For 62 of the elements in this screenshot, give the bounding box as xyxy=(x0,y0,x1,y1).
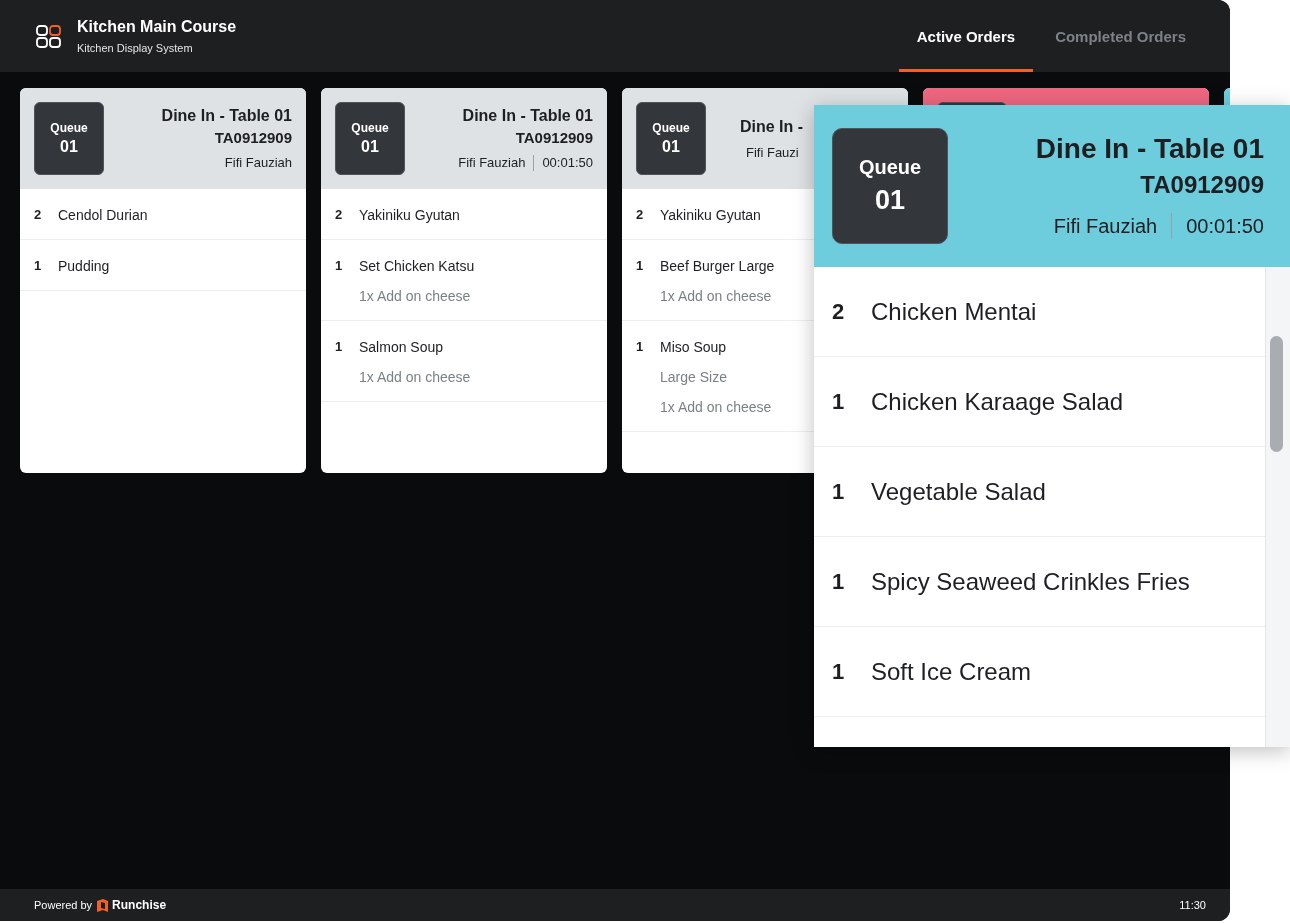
station-title: Kitchen Main Course xyxy=(77,18,238,36)
tab[interactable]: Active Orders xyxy=(898,0,1034,72)
queue-number: 01 xyxy=(60,138,78,156)
order-title: Dine In - Table 01 xyxy=(1035,133,1264,165)
item-name: Vegetable Salad xyxy=(871,477,1046,506)
clock: 11:30 xyxy=(1179,899,1206,911)
item-name: Salmon Soup xyxy=(359,339,444,355)
order-title: Dine In - Table 01 xyxy=(462,106,593,125)
queue-number: 01 xyxy=(361,138,379,156)
item-name: Set Chicken Katsu xyxy=(359,258,475,274)
item-name: Soft Ice Cream xyxy=(871,657,1032,686)
item-name: Beef Burger Large xyxy=(660,258,775,274)
item-name: Miso Soup xyxy=(660,339,727,355)
item-quantity: 1 xyxy=(636,339,645,355)
queue-number: 01 xyxy=(662,138,680,156)
item-name: Cendol Durian xyxy=(58,207,148,223)
queue-label: Queue xyxy=(652,121,690,135)
order-id: TA0912909 xyxy=(515,128,593,146)
item-quantity: 2 xyxy=(34,207,43,223)
brand-name: Runchise xyxy=(112,898,168,912)
queue-label: Queue xyxy=(50,121,88,135)
item-quantity: 1 xyxy=(335,258,344,274)
order-card[interactable]: Queue 01 Dine In - Table 01 TA0912909 Fifi Fauziah 2 Cendol Durian 1 Pudding xyxy=(20,88,306,473)
customer-name: Fifi Fauziah xyxy=(224,155,292,170)
item-note: 1x Add on cheese xyxy=(660,288,772,304)
brand-logo-icon xyxy=(96,897,110,913)
item-quantity: 2 xyxy=(636,207,645,223)
item-name: Pudding xyxy=(58,258,110,274)
scrollbar[interactable] xyxy=(1265,267,1290,747)
order-title: Dine In - Table 01 xyxy=(161,107,292,125)
item-name: Spicy Seaweed Crinkles Fries xyxy=(871,567,1190,596)
item-quantity: 2 xyxy=(832,298,846,325)
item-note: Large Size xyxy=(660,369,727,385)
item-note: 1x Add on cheese xyxy=(359,288,471,304)
scroll-thumb[interactable] xyxy=(1270,336,1283,452)
item-quantity: 1 xyxy=(832,478,846,505)
tab[interactable]: Completed Orders xyxy=(1037,0,1204,72)
order-title: Dine In - xyxy=(740,117,804,136)
powered-by: Powered by xyxy=(34,899,93,911)
queue-number: 01 xyxy=(874,185,905,216)
item-name: Yakiniku Gyutan xyxy=(660,207,761,223)
item-quantity: 2 xyxy=(335,207,344,223)
item-quantity: 1 xyxy=(34,258,43,274)
item-note: 1x Add on cheese xyxy=(660,399,772,415)
customer-name: Fifi Fauzi xyxy=(746,144,799,160)
customer-name: Fifi Fauziah xyxy=(458,155,526,170)
order-id: TA0912909 xyxy=(1140,171,1264,199)
order-card[interactable]: Queue 01 Dine In - Table 01 TA0912909 Fifi Fauziah 00:01:50 2 Yakiniku Gyutan 1 Set Chicken Katsu 1x Add on cheese 1 Salmon Soup 1x Add on cheese xyxy=(321,88,607,473)
queue-label: Queue xyxy=(351,121,389,135)
item-quantity: 1 xyxy=(832,658,846,685)
item-quantity: 1 xyxy=(832,388,846,415)
item-quantity: 1 xyxy=(335,339,344,355)
station-subtitle: Kitchen Display System xyxy=(77,42,194,54)
elapsed-time: 00:01:50 xyxy=(542,155,593,170)
order-id: TA0912909 xyxy=(214,129,292,146)
item-quantity: 1 xyxy=(832,568,846,595)
item-note: 1x Add on cheese xyxy=(359,369,471,385)
customer-name: Fifi Fauziah xyxy=(1053,214,1158,238)
item-name: Yakiniku Gyutan xyxy=(359,207,460,223)
grid-logo-icon xyxy=(36,24,61,48)
elapsed-time: 00:01:50 xyxy=(1186,214,1264,238)
item-quantity: 1 xyxy=(636,258,645,274)
